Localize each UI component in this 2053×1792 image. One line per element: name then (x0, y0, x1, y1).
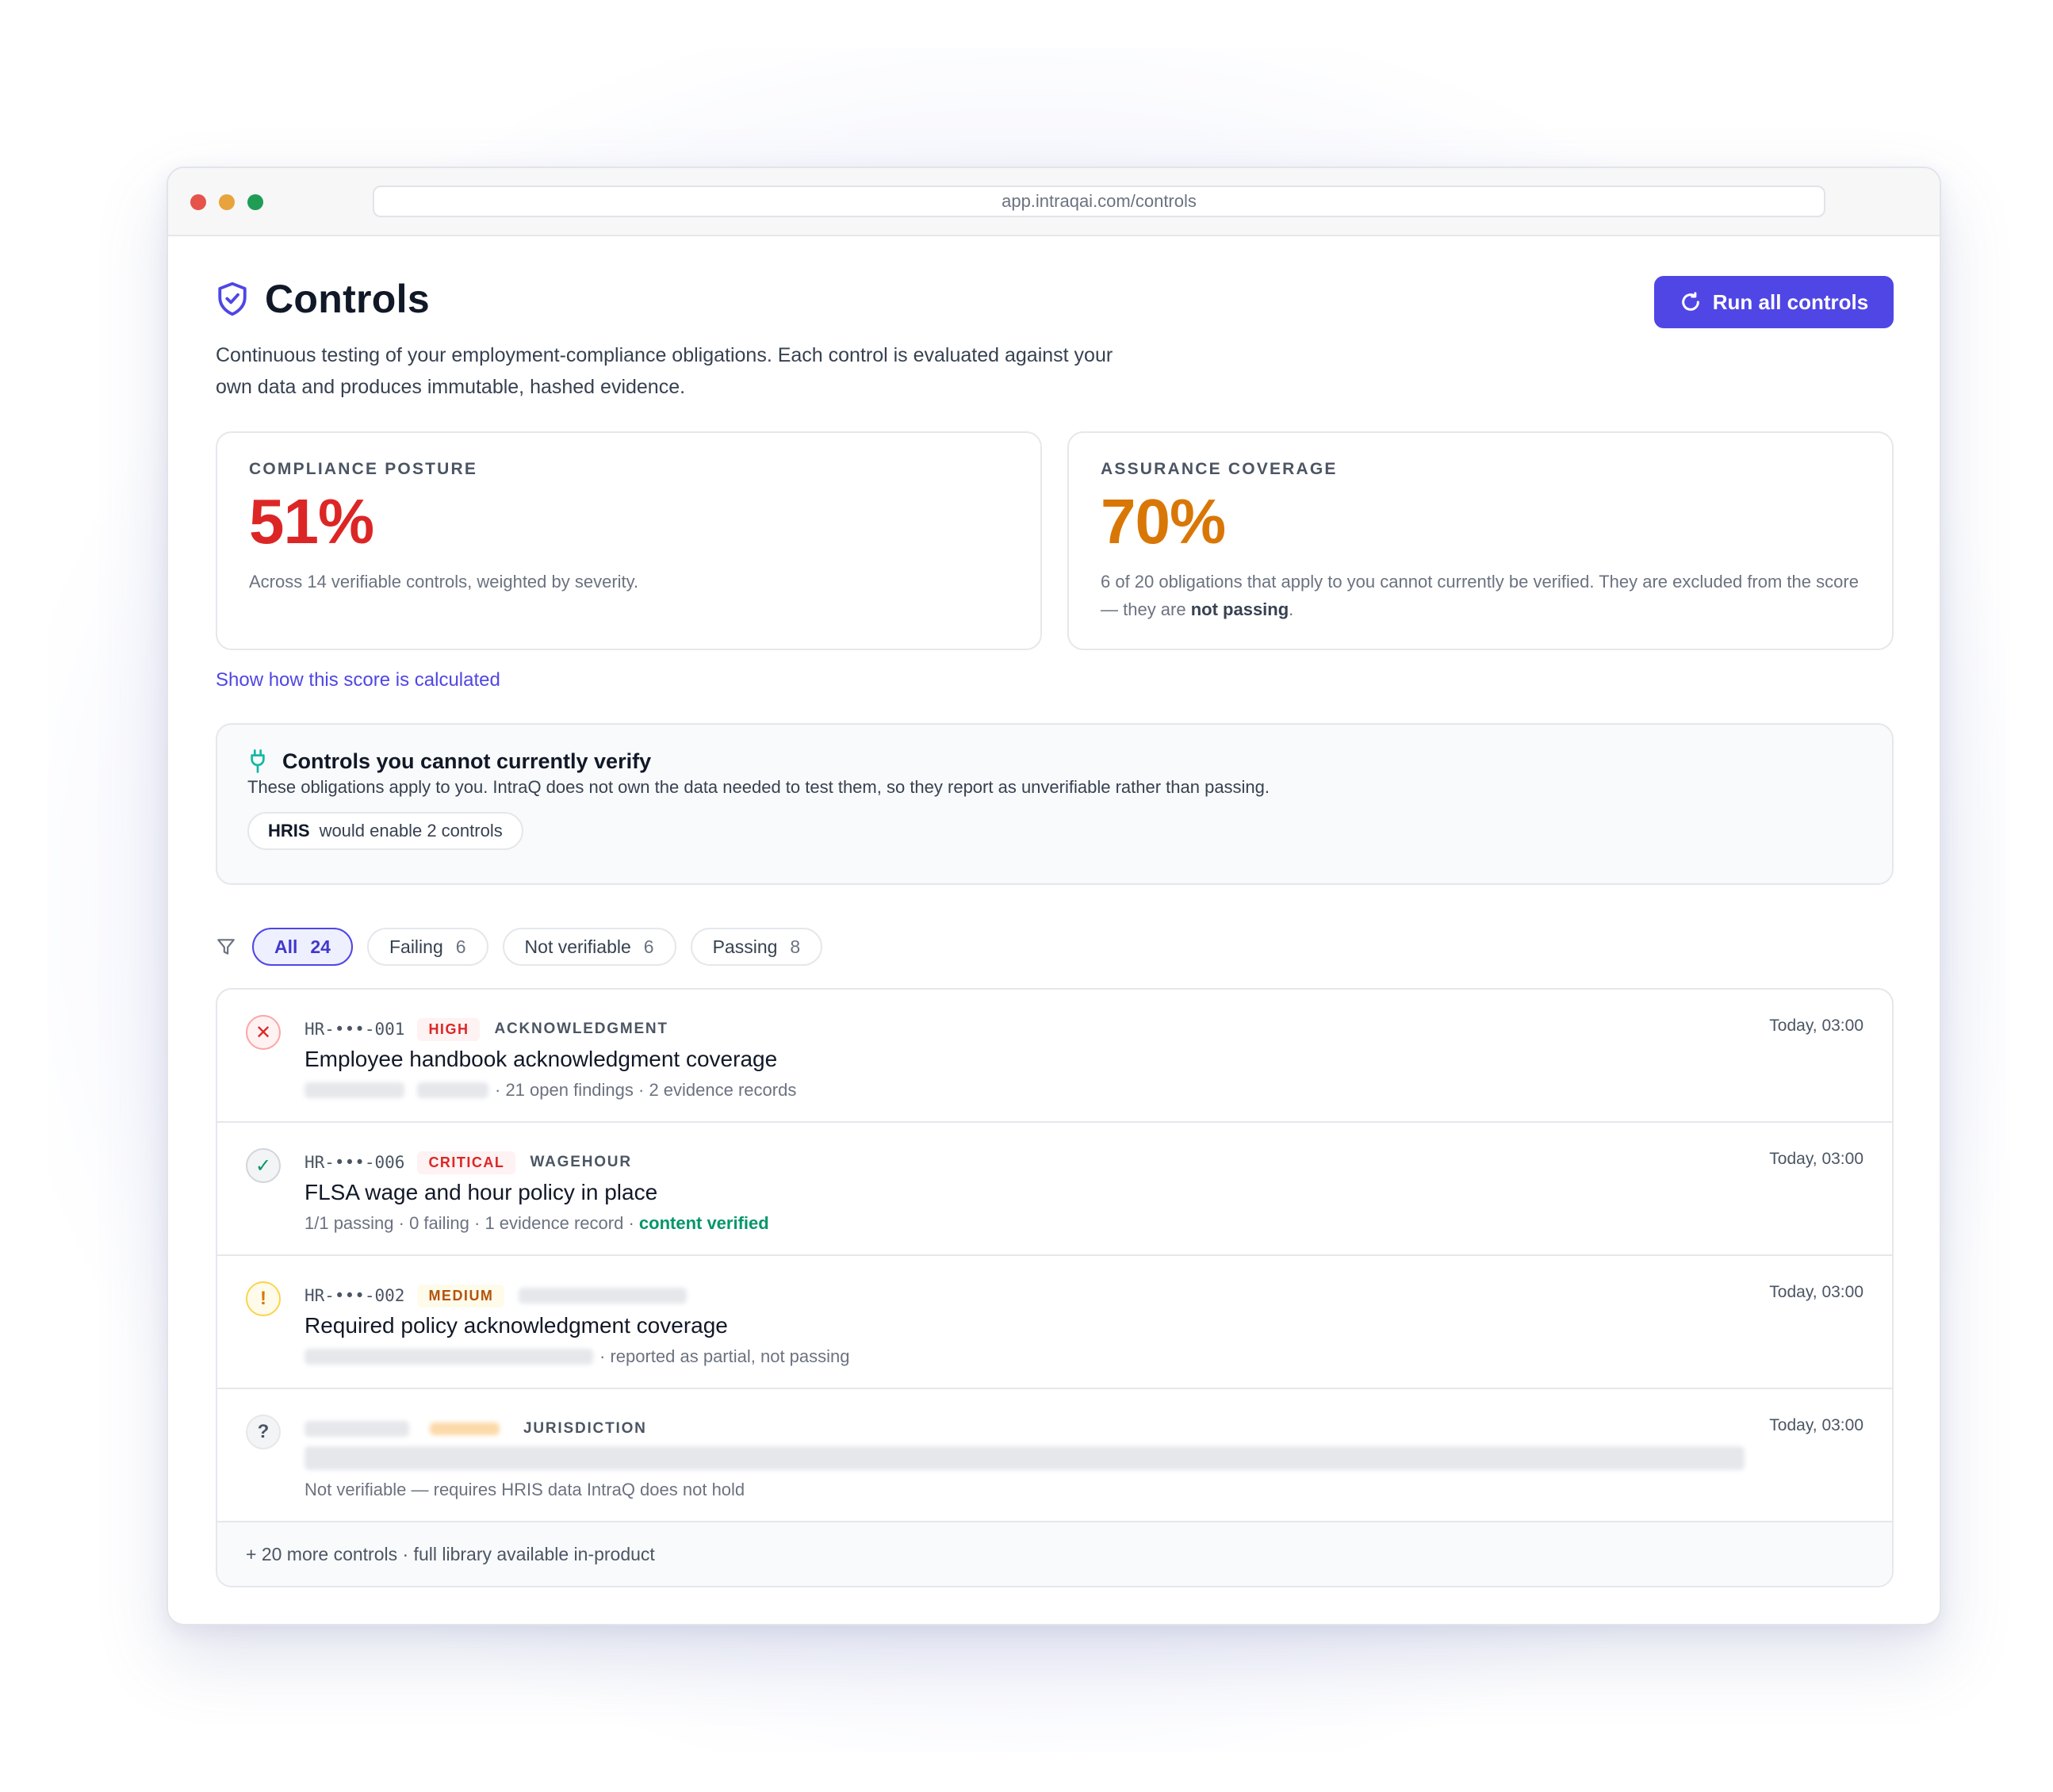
control-id: HR-•••-006 (305, 1153, 405, 1172)
filter-count: 6 (455, 936, 466, 957)
maximize-window-dot[interactable] (247, 194, 263, 210)
score-cards: COMPLIANCE POSTURE 51% Across 14 verifia… (216, 431, 1894, 650)
last-run-time: Today, 03:00 (1769, 1416, 1863, 1434)
panel-description: These obligations apply to you. IntraQ d… (247, 777, 1270, 797)
plug-icon (251, 749, 265, 773)
control-title: Required policy acknowledgment coverage (305, 1313, 728, 1338)
control-meta: 1/1 passing · 0 failing · 1 evidence rec… (305, 1213, 769, 1234)
compliance-posture-value: 51% (249, 486, 374, 557)
page-subtitle: Continuous testing of your employment-co… (216, 344, 1113, 398)
filter-label: Passing (712, 936, 778, 957)
desc-emphasis: not passing (1190, 599, 1289, 619)
browser-titlebar: app.intraqai.com/controls (168, 168, 1940, 236)
severity-badge: CRITICAL (417, 1151, 516, 1174)
filter-all[interactable]: All 24 (252, 928, 353, 966)
filter-not-verifiable[interactable]: Not verifiable 6 (502, 928, 676, 966)
redacted-title (305, 1446, 1745, 1470)
last-run-time: Today, 03:00 (1769, 1150, 1863, 1168)
control-id: HR-•••-002 (305, 1286, 405, 1305)
card-label: COMPLIANCE POSTURE (249, 460, 478, 478)
filter-count: 24 (310, 936, 331, 957)
filter-bar: All 24 Failing 6 Not verifiable 6 Passing 8 (216, 928, 837, 966)
run-all-controls-button[interactable]: Run all controls (1654, 276, 1894, 328)
card-description: 6 of 20 obligations that apply to you ca… (1101, 568, 1860, 623)
redacted-text (417, 1082, 488, 1098)
control-category: ACKNOWLEDGMENT (494, 1020, 668, 1037)
meta-text: 1/1 passing · 0 failing · 1 evidence rec… (305, 1213, 639, 1233)
browser-window: app.intraqai.com/controls Controls Conti… (167, 167, 1941, 1625)
close-window-dot[interactable] (190, 194, 206, 210)
control-row[interactable]: ✓ HR-•••-006 CRITICAL WAGEHOUR FLSA wage… (217, 1123, 1892, 1256)
control-header: HR-•••-002 MEDIUM (305, 1283, 688, 1308)
address-bar[interactable]: app.intraqai.com/controls (373, 186, 1825, 217)
control-row[interactable]: ? JURISDICTION Not verifiable — requires… (217, 1389, 1892, 1522)
page-title-row: Controls (216, 276, 430, 322)
control-meta: · reported as partial, not passing (305, 1346, 850, 1367)
shield-check-icon (218, 281, 247, 316)
show-score-calculation-link[interactable]: Show how this score is calculated (216, 669, 500, 691)
redacted-category (519, 1288, 688, 1304)
partial-status-icon: ! (246, 1281, 281, 1316)
chip-text: would enable 2 controls (319, 821, 503, 840)
page-content: Controls Continuous testing of your empl… (216, 236, 1894, 1587)
redacted-text (305, 1082, 404, 1098)
page-header: Controls Continuous testing of your empl… (216, 236, 1894, 411)
card-label: ASSURANCE COVERAGE (1101, 460, 1338, 478)
content-verified-label: content verified (638, 1213, 769, 1233)
control-category: JURISDICTION (523, 1420, 647, 1437)
severity-badge: HIGH (417, 1017, 481, 1041)
last-run-time: Today, 03:00 (1769, 1283, 1863, 1301)
control-meta: · 21 open findings · 2 evidence records (305, 1080, 796, 1101)
filter-label: Failing (389, 936, 443, 957)
control-header: HR-•••-001 HIGH ACKNOWLEDGMENT (305, 1017, 668, 1042)
control-id: HR-•••-001 (305, 1020, 405, 1039)
filter-passing[interactable]: Passing 8 (690, 928, 823, 966)
unverifiable-status-icon: ? (246, 1415, 281, 1449)
control-title-redacted (305, 1446, 1745, 1476)
minimize-window-dot[interactable] (219, 194, 235, 210)
panel-title-row: Controls you cannot currently verify (247, 749, 1862, 774)
filter-label: Not verifiable (524, 936, 631, 957)
controls-list: ✕ HR-•••-001 HIGH ACKNOWLEDGMENT Employe… (216, 988, 1894, 1587)
filter-icon (217, 939, 235, 955)
meta-text: · 21 open findings · 2 evidence records (495, 1080, 797, 1100)
assurance-coverage-value: 70% (1101, 486, 1226, 557)
control-title: FLSA wage and hour policy in place (305, 1180, 658, 1204)
assurance-coverage-card: ASSURANCE COVERAGE 70% 6 of 20 obligatio… (1067, 431, 1894, 650)
redacted-severity-badge (430, 1422, 500, 1435)
meta-text: Not verifiable — requires HRIS data Intr… (305, 1480, 745, 1499)
refresh-icon (1681, 292, 1699, 311)
control-header: JURISDICTION (305, 1416, 647, 1442)
more-controls-footer: + 20 more controls · full library availa… (217, 1522, 1892, 1586)
control-row[interactable]: ! HR-•••-002 MEDIUM Required policy ackn… (217, 1256, 1892, 1389)
compliance-posture-card: COMPLIANCE POSTURE 51% Across 14 verifia… (216, 431, 1042, 650)
chip-source: HRIS (268, 821, 310, 840)
card-description: Across 14 verifiable controls, weighted … (249, 572, 639, 592)
control-category: WAGEHOUR (530, 1154, 632, 1170)
filter-count: 6 (643, 936, 654, 957)
run-all-controls-label: Run all controls (1712, 289, 1869, 314)
last-run-time: Today, 03:00 (1769, 1017, 1863, 1035)
severity-badge: MEDIUM (417, 1284, 505, 1308)
passing-status-icon: ✓ (246, 1148, 281, 1183)
panel-title: Controls you cannot currently verify (282, 749, 652, 773)
control-meta: Not verifiable — requires HRIS data Intr… (305, 1480, 745, 1500)
control-row[interactable]: ✕ HR-•••-001 HIGH ACKNOWLEDGMENT Employe… (217, 990, 1892, 1123)
redacted-text (305, 1349, 593, 1365)
failing-status-icon: ✕ (246, 1015, 281, 1050)
redacted-control-id (305, 1421, 409, 1437)
hris-integration-chip[interactable]: HRIS would enable 2 controls (247, 812, 523, 850)
filter-count: 8 (790, 936, 801, 957)
filter-failing[interactable]: Failing 6 (366, 928, 488, 966)
control-title: Employee handbook acknowledgment coverag… (305, 1047, 778, 1071)
meta-text: · reported as partial, not passing (599, 1346, 850, 1366)
page-title: Controls (265, 277, 430, 321)
filter-label: All (274, 936, 298, 957)
desc-end: . (1289, 599, 1294, 619)
control-header: HR-•••-006 CRITICAL WAGEHOUR (305, 1150, 632, 1175)
unverifiable-controls-panel: Controls you cannot currently verify The… (216, 723, 1894, 885)
